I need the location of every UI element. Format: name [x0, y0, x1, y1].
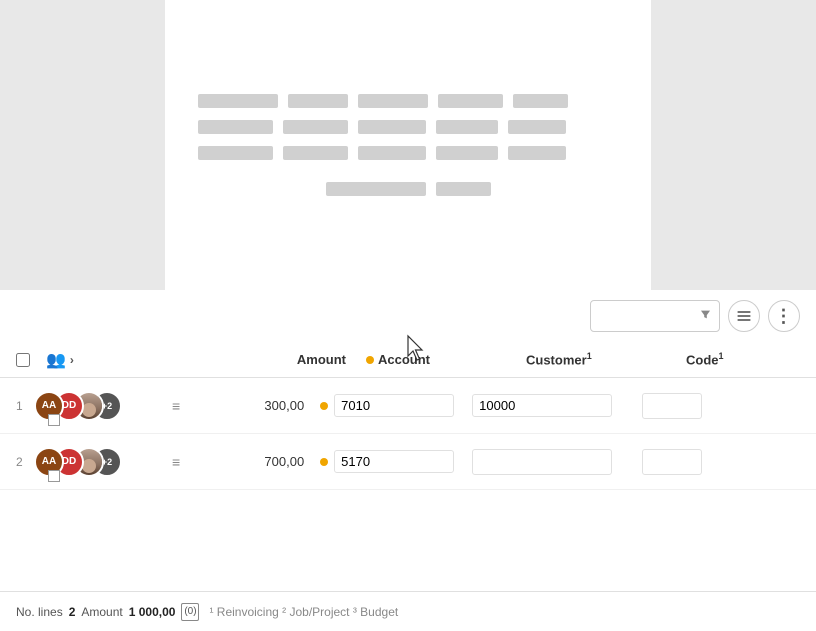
center-panel: [165, 0, 651, 290]
select-all-checkbox[interactable]: [16, 353, 30, 367]
list-view-button[interactable]: [728, 300, 760, 332]
account-row-dot: [320, 402, 328, 410]
skeleton-block: [513, 94, 568, 108]
cell-customer: [464, 449, 634, 475]
row-number: 1: [16, 399, 34, 413]
th-customer: Customer1: [506, 351, 666, 367]
account-input[interactable]: [334, 450, 454, 473]
row-number: 2: [16, 455, 34, 469]
right-panel: [651, 0, 816, 290]
skeleton-block: [358, 146, 426, 160]
customer-header-label: Customer: [526, 353, 587, 368]
th-account: Account: [346, 352, 506, 367]
th-checkbox[interactable]: [16, 353, 46, 367]
copy-icon[interactable]: (0): [181, 603, 199, 621]
skeleton-block: [358, 94, 428, 108]
th-amount: Amount: [186, 352, 346, 367]
cell-code: [634, 449, 800, 475]
skeleton-block: [508, 146, 566, 160]
skeleton-block: [198, 120, 273, 134]
cell-amount: 300,00: [184, 398, 304, 413]
skeleton-block: [326, 182, 426, 196]
skeleton-row-last: [198, 182, 618, 196]
skeleton-block: [288, 94, 348, 108]
skeleton-block: [198, 146, 273, 160]
avatar-group: AA DD +2: [34, 442, 164, 482]
table-row: 1 AA DD +2 ≡ 300,00: [0, 378, 816, 434]
footnote-text: ¹ Reinvoicing ² Job/Project ³ Budget: [209, 605, 398, 619]
cell-account: [304, 394, 464, 417]
table-row: 2 AA DD +2 ≡ 700,00: [0, 434, 816, 490]
copy-count: (0): [184, 606, 196, 617]
avatar-group: AA DD +2: [34, 386, 164, 426]
cell-customer: [464, 394, 634, 417]
skeleton-block: [283, 146, 348, 160]
people-icon: 👥: [46, 350, 66, 370]
main-container: ⋮ 👥 › Amount Account Customer1 Code1 1 A…: [0, 0, 816, 631]
amount-value: 1 000,00: [129, 605, 176, 619]
chevron-right-icon[interactable]: ›: [70, 353, 74, 367]
row-menu-icon[interactable]: ≡: [168, 450, 184, 474]
no-lines-label: No. lines: [16, 605, 63, 619]
skeleton-row-3: [198, 146, 618, 160]
search-input[interactable]: [590, 300, 720, 332]
code-header-label: Code: [686, 353, 719, 368]
skeleton-block: [438, 94, 503, 108]
more-button[interactable]: ⋮: [768, 300, 800, 332]
amount-label: Amount: [81, 605, 122, 619]
cell-amount: 700,00: [184, 454, 304, 469]
skeleton-row-2: [198, 120, 618, 134]
skeleton-row-1: [198, 94, 618, 108]
code-input-area: [642, 393, 702, 419]
cell-code: [634, 393, 800, 419]
skeleton-block: [436, 120, 498, 134]
skeleton-block: [283, 120, 348, 134]
skeleton-block: [436, 146, 498, 160]
row-menu-icon[interactable]: ≡: [168, 394, 184, 418]
row-checkbox[interactable]: [48, 470, 60, 482]
preview-content: [178, 74, 638, 216]
skeleton-block: [508, 120, 566, 134]
customer-input[interactable]: [472, 394, 612, 417]
code-input-area: [642, 449, 702, 475]
table-header: 👥 › Amount Account Customer1 Code1: [0, 342, 816, 378]
toolbar: ⋮: [0, 290, 816, 342]
skeleton-block: [198, 94, 278, 108]
skeleton-block: [436, 182, 491, 196]
account-input[interactable]: [334, 394, 454, 417]
customer-empty-cell: [472, 449, 612, 475]
search-wrap: [590, 300, 720, 332]
cell-account: [304, 450, 464, 473]
no-lines-value: 2: [69, 605, 76, 619]
row-checkbox[interactable]: [48, 414, 60, 426]
account-header-label: Account: [378, 352, 430, 367]
preview-layout: [0, 0, 816, 290]
footer: No. lines 2 Amount 1 000,00 (0) ¹ Reinvo…: [0, 591, 816, 631]
left-panel: [0, 0, 165, 290]
account-dot: [366, 356, 374, 364]
skeleton-block: [358, 120, 426, 134]
amount-header-label: Amount: [297, 352, 346, 367]
th-code: Code1: [666, 351, 800, 367]
th-group: 👥 ›: [46, 350, 186, 370]
account-row-dot: [320, 458, 328, 466]
